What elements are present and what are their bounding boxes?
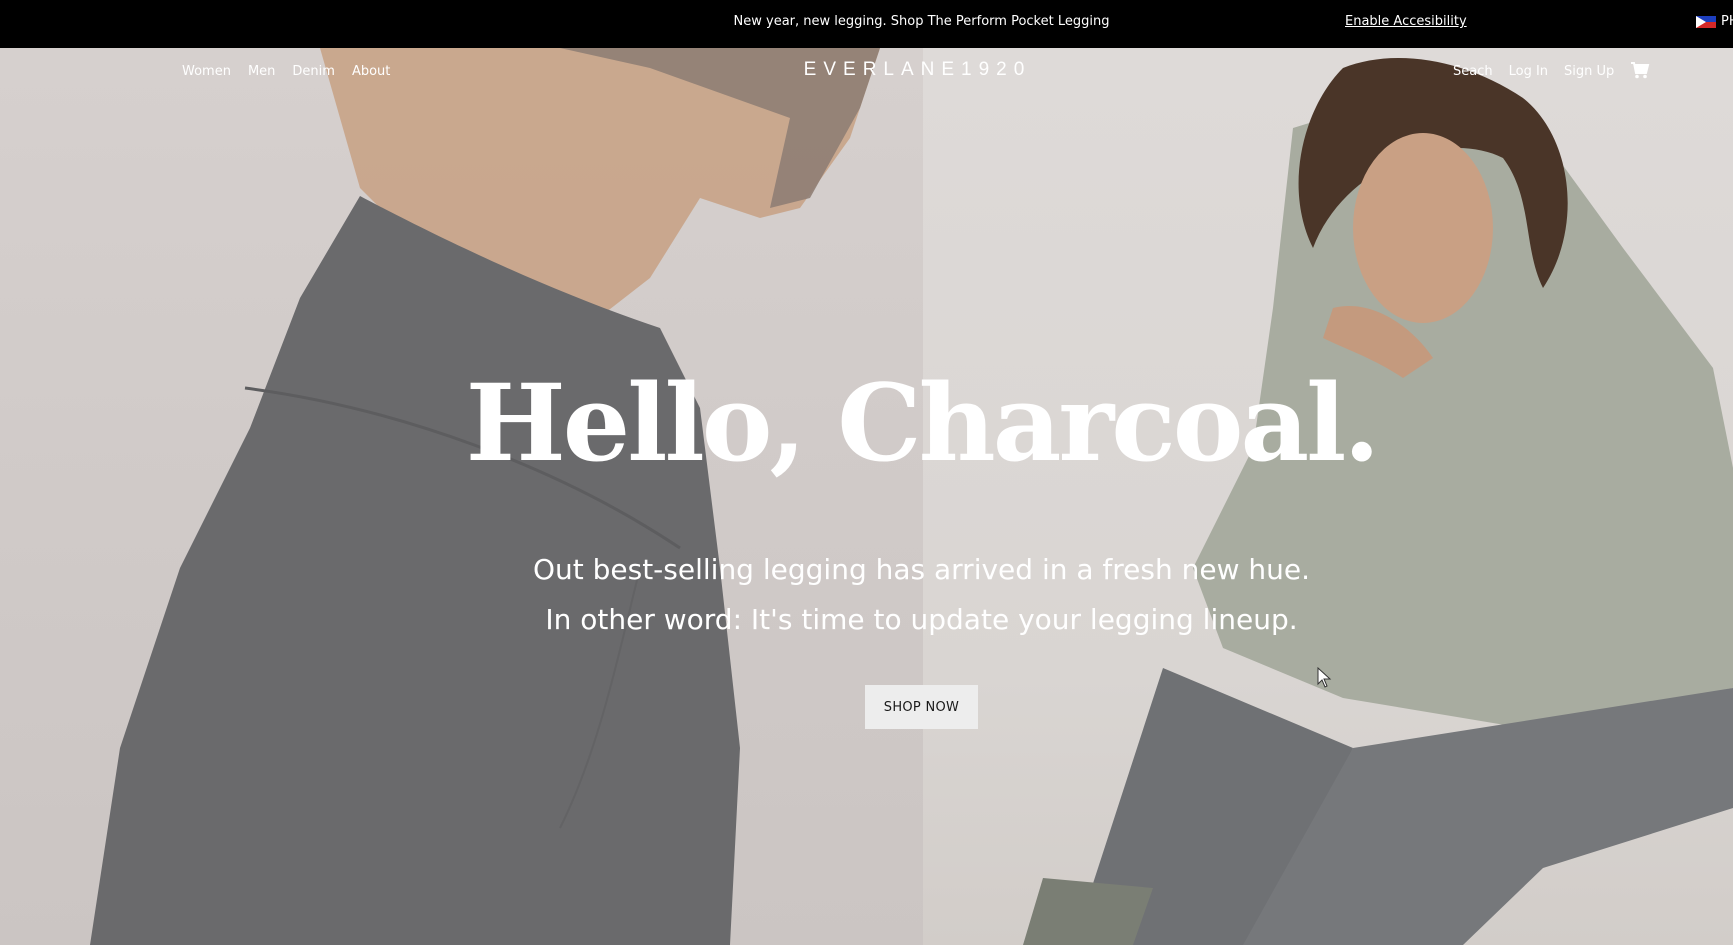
mouse-cursor-icon [1317, 667, 1332, 688]
flag-icon [1696, 15, 1716, 28]
country-selector[interactable]: PH [1696, 14, 1733, 29]
leggings-photo [90, 48, 880, 945]
announcement-bar: New year, new legging. Shop The Perform … [0, 0, 1733, 48]
model-photo [1023, 58, 1733, 945]
cart-icon[interactable] [1630, 61, 1650, 79]
shop-now-button[interactable]: SHOP NOW [865, 685, 978, 729]
enable-accessibility-link[interactable]: Enable Accesibility [1345, 14, 1467, 29]
hero-banner [0, 48, 1733, 945]
hero-headline: Hello, Charcoal. [465, 360, 1381, 485]
nav-link-signup[interactable]: Sign Up [1564, 64, 1614, 79]
nav-link-search[interactable]: Seach [1453, 64, 1493, 79]
nav-right-links: Seach Log In Sign Up [1453, 61, 1650, 79]
hero-image-left [0, 48, 923, 945]
country-code: PH [1721, 14, 1733, 29]
nav-link-login[interactable]: Log In [1509, 64, 1548, 79]
main-nav: Women Men Denim About EVERLANE1920 Seach… [0, 48, 1733, 98]
hero-image-right [923, 48, 1733, 945]
hero-subline-2: In other word: It's time to update your … [545, 603, 1298, 636]
hero-subline-1: Out best-selling legging has arrived in … [532, 553, 1311, 586]
promo-text[interactable]: New year, new legging. Shop The Perform … [0, 14, 1733, 29]
